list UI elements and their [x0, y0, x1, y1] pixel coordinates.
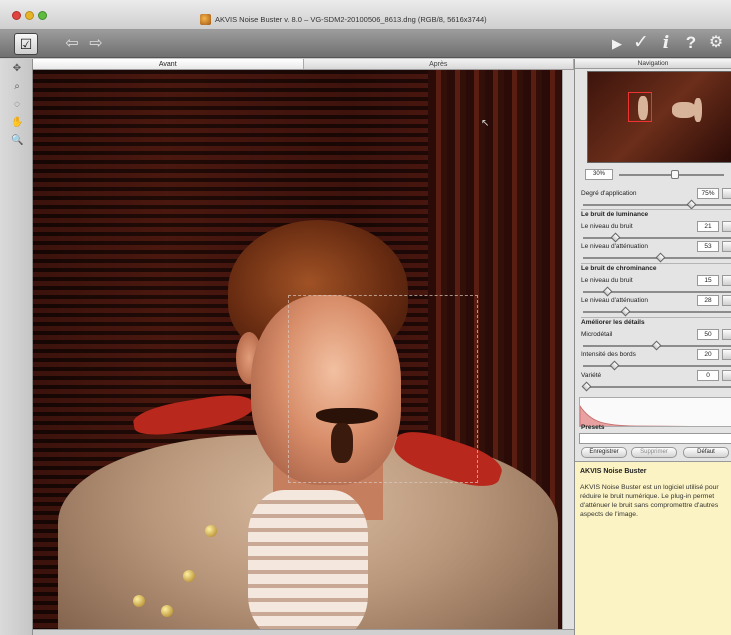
section-luminance: Le bruit de luminance: [581, 209, 731, 218]
slider-thumb[interactable]: [686, 199, 697, 210]
tab-after[interactable]: Après: [304, 59, 574, 69]
param-value-field[interactable]: 0: [697, 370, 719, 381]
main-toolbar: ☑ ⇦ ⇨ ▶ ✓ i ? ⚙: [0, 30, 731, 58]
info-icon[interactable]: i: [660, 33, 672, 53]
zoom-tool-icon[interactable]: ⌕: [11, 81, 23, 93]
navigation-header: Navigation: [575, 59, 731, 69]
param-value-field[interactable]: 75%: [697, 188, 719, 199]
close-window-button[interactable]: [12, 11, 21, 20]
zoom-field[interactable]: 30%: [585, 169, 613, 180]
thumb-figure: [672, 102, 696, 118]
save-preset-button[interactable]: Enregistrer: [581, 447, 627, 458]
title-bar: AKVIS Noise Buster v. 8.0 – VG-SDM2-2010…: [0, 0, 731, 30]
window-title: AKVIS Noise Buster v. 8.0 – VG-SDM2-2010…: [215, 14, 487, 24]
param-label: Degré d'application: [581, 190, 637, 197]
param-value-field[interactable]: 21: [697, 221, 719, 232]
photo-coat-button: [133, 595, 145, 607]
photo-coat-button: [161, 605, 173, 617]
param-stepper[interactable]: [722, 370, 731, 381]
photo-shirt: [248, 490, 368, 630]
tool-column: ✥ ⌕ ◌ ✋ 🔍: [0, 59, 33, 635]
question-icon[interactable]: ?: [684, 33, 698, 53]
play-icon[interactable]: ▶: [609, 34, 625, 54]
slider-track[interactable]: [583, 365, 731, 367]
default-preset-button[interactable]: Défaut: [683, 447, 729, 458]
delete-preset-button[interactable]: Supprimer: [631, 447, 677, 458]
param-label: Le niveau d'atténuation: [581, 243, 649, 250]
photo-coat-button: [183, 570, 195, 582]
preview-tool-icon[interactable]: ◌: [11, 99, 23, 111]
param-value-field[interactable]: 28: [697, 295, 719, 306]
magnifier-icon[interactable]: 🔍: [11, 135, 23, 147]
param-label: Intensité des bords: [581, 351, 636, 358]
before-after-tabs: Avant Après: [33, 59, 574, 70]
param-label: Microdétail: [581, 331, 613, 338]
navigation-viewport-box[interactable]: [628, 92, 652, 122]
help-info-box: AKVIS Noise Buster AKVIS Noise Buster es…: [575, 461, 731, 635]
canvas-vertical-scrollbar[interactable]: [562, 70, 574, 630]
slider-track[interactable]: [583, 311, 731, 313]
param-value-field[interactable]: 15: [697, 275, 719, 286]
slider-thumb[interactable]: [620, 306, 631, 317]
param-stepper[interactable]: [722, 275, 731, 286]
info-text: AKVIS Noise Buster est un logiciel utili…: [580, 484, 719, 518]
section-chrominance: Le bruit de chrominance: [581, 263, 731, 272]
param-stepper[interactable]: [722, 241, 731, 252]
photo-coat-button: [205, 525, 217, 537]
param-label: Le niveau du bruit: [581, 277, 633, 284]
slider-track[interactable]: [583, 204, 731, 206]
settings-panel: Navigation 30% Degré d'application 75% L…: [574, 59, 731, 635]
zoom-control: 30%: [579, 169, 731, 181]
param-label: Le niveau d'atténuation: [581, 297, 649, 304]
navigation-thumbnail[interactable]: [587, 71, 731, 163]
zoom-window-button[interactable]: [38, 11, 47, 20]
slider-track[interactable]: [583, 237, 731, 239]
minimize-window-button[interactable]: [25, 11, 34, 20]
akvis-logo-icon: [200, 13, 211, 25]
param-value-field[interactable]: 20: [697, 349, 719, 360]
histogram-graph: [580, 405, 691, 426]
presets-dropdown[interactable]: [579, 433, 731, 444]
param-stepper[interactable]: [722, 295, 731, 306]
canvas-horizontal-scrollbar[interactable]: [33, 629, 574, 635]
slider-thumb[interactable]: [581, 381, 592, 392]
param-value-field[interactable]: 50: [697, 329, 719, 340]
param-grain: Variété 0: [579, 370, 731, 396]
param-stepper[interactable]: [722, 349, 731, 360]
tab-before[interactable]: Avant: [33, 59, 304, 69]
param-value-field[interactable]: 53: [697, 241, 719, 252]
pan-tool-icon[interactable]: ✋: [11, 117, 23, 129]
slider-thumb[interactable]: [655, 252, 666, 263]
window-title-group: AKVIS Noise Buster v. 8.0 – VG-SDM2-2010…: [200, 13, 560, 25]
param-stepper[interactable]: [722, 188, 731, 199]
app-menu-icon[interactable]: ☑: [14, 33, 38, 55]
image-canvas[interactable]: ↖: [33, 70, 562, 630]
hand-tool-icon[interactable]: ✥: [11, 63, 23, 75]
thumb-figure: [694, 98, 702, 122]
arrow-right-icon[interactable]: ⇨: [88, 34, 104, 54]
histogram: [579, 397, 731, 427]
arrow-left-icon[interactable]: ⇦: [64, 34, 80, 54]
param-label: Variété: [581, 372, 602, 379]
param-stepper[interactable]: [722, 221, 731, 232]
mouse-cursor-icon: ↖: [481, 118, 490, 129]
settings-icon[interactable]: ⚙: [707, 33, 725, 53]
section-details: Améliorer les détails: [581, 317, 731, 326]
info-title: AKVIS Noise Buster: [580, 468, 647, 475]
presets-label: Presets: [581, 424, 605, 431]
zoom-slider-thumb[interactable]: [671, 170, 679, 179]
slider-thumb[interactable]: [609, 360, 620, 371]
slider-track[interactable]: [583, 386, 731, 388]
preview-area-frame[interactable]: [288, 295, 478, 483]
param-stepper[interactable]: [722, 329, 731, 340]
checkmark-icon[interactable]: ✓: [631, 33, 651, 53]
param-label: Le niveau du bruit: [581, 223, 633, 230]
